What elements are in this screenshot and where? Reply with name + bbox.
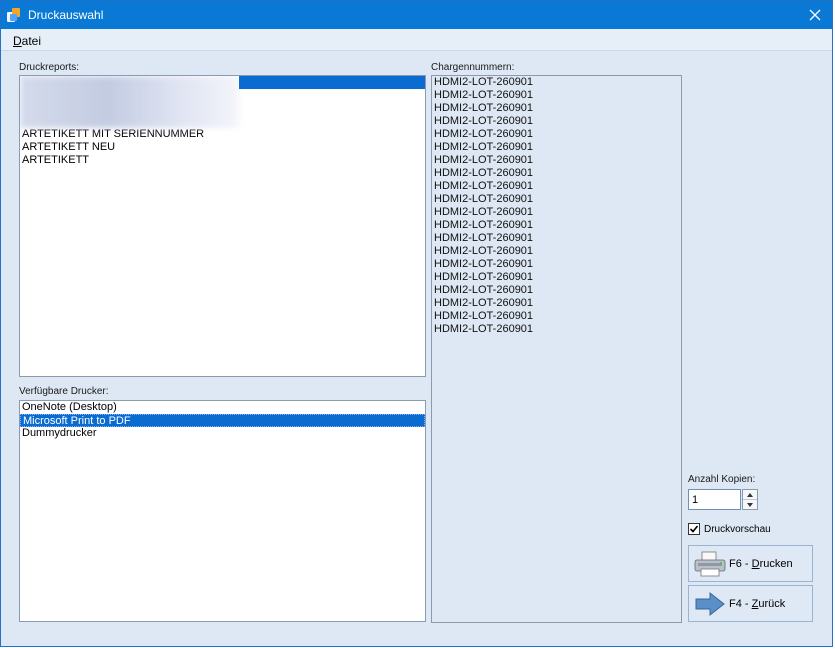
charge-item[interactable]: HDMI2-LOT-260901: [432, 180, 681, 193]
reports-listbox[interactable]: ARTETIKETT MIT SERIENNUMMER ARTETIKETT NE…: [19, 75, 426, 377]
app-icon: [7, 8, 20, 22]
charge-item[interactable]: HDMI2-LOT-260901: [432, 297, 681, 310]
spin-down-button[interactable]: [743, 500, 757, 510]
charges-listbox[interactable]: HDMI2-LOT-260901 HDMI2-LOT-260901 HDMI2-LO…: [431, 75, 682, 623]
report-item[interactable]: ARTETIKETT: [20, 154, 425, 167]
menu-datei-rest: atei: [21, 34, 42, 48]
charge-item[interactable]: HDMI2-LOT-260901: [432, 128, 681, 141]
redacted-region: [20, 76, 239, 128]
close-icon: [809, 9, 821, 21]
arrow-right-icon: [695, 591, 725, 617]
back-button[interactable]: F4 - Zurück: [688, 585, 813, 622]
printers-label: Verfügbare Drucker:: [19, 386, 109, 397]
charge-item[interactable]: HDMI2-LOT-260901: [432, 115, 681, 128]
charge-item[interactable]: HDMI2-LOT-260901: [432, 206, 681, 219]
close-button[interactable]: [804, 4, 826, 26]
charge-item[interactable]: HDMI2-LOT-260901: [432, 193, 681, 206]
charges-label: Chargennummern:: [431, 62, 515, 73]
chevron-up-icon: [747, 492, 753, 497]
preview-checkbox-row[interactable]: Druckvorschau: [688, 523, 771, 535]
charge-item[interactable]: HDMI2-LOT-260901: [432, 271, 681, 284]
menu-datei-accel: D: [13, 34, 22, 48]
charge-item[interactable]: HDMI2-LOT-260901: [432, 154, 681, 167]
charge-item[interactable]: HDMI2-LOT-260901: [432, 76, 681, 89]
spin-buttons[interactable]: [742, 489, 758, 510]
redacted-report-rows: [20, 76, 425, 128]
selected-report-highlight[interactable]: [239, 76, 425, 89]
title-bar[interactable]: Druckauswahl: [1, 1, 832, 29]
printers-listbox[interactable]: OneNote (Desktop) Microsoft Print to PDF D…: [19, 400, 426, 622]
menu-datei[interactable]: Datei: [13, 34, 41, 48]
charge-item[interactable]: HDMI2-LOT-260901: [432, 310, 681, 323]
back-button-label: F4 - Zurück: [729, 598, 786, 610]
charge-item[interactable]: HDMI2-LOT-260901: [432, 258, 681, 271]
charge-item[interactable]: HDMI2-LOT-260901: [432, 232, 681, 245]
window-title: Druckauswahl: [28, 8, 104, 22]
charge-item[interactable]: HDMI2-LOT-260901: [432, 102, 681, 115]
copies-label: Anzahl Kopien:: [688, 474, 756, 485]
druckauswahl-window: Druckauswahl Datei Druckreports: ARTETIK…: [0, 0, 833, 647]
charge-item[interactable]: HDMI2-LOT-260901: [432, 167, 681, 180]
report-item[interactable]: ARTETIKETT MIT SERIENNUMMER: [20, 128, 425, 141]
print-button[interactable]: F6 - Drucken: [688, 545, 813, 582]
printer-icon: [694, 551, 726, 577]
printer-item[interactable]: OneNote (Desktop): [20, 401, 425, 414]
reports-label: Druckreports:: [19, 62, 80, 73]
preview-label: Druckvorschau: [704, 523, 771, 535]
copies-input[interactable]: [688, 489, 741, 510]
checkmark-icon: [689, 525, 699, 533]
chevron-down-icon: [747, 503, 753, 507]
print-button-label: F6 - Drucken: [729, 558, 793, 570]
preview-checkbox[interactable]: [688, 523, 700, 535]
menu-bar: Datei: [1, 29, 832, 51]
charge-item[interactable]: HDMI2-LOT-260901: [432, 245, 681, 258]
charge-item[interactable]: HDMI2-LOT-260901: [432, 89, 681, 102]
printer-item[interactable]: Dummydrucker: [20, 427, 425, 440]
printer-item[interactable]: Microsoft Print to PDF: [20, 414, 425, 427]
charge-item[interactable]: HDMI2-LOT-260901: [432, 141, 681, 154]
charge-item[interactable]: HDMI2-LOT-260901: [432, 219, 681, 232]
spin-up-button[interactable]: [743, 490, 757, 500]
report-item[interactable]: ARTETIKETT NEU: [20, 141, 425, 154]
charge-item[interactable]: HDMI2-LOT-260901: [432, 323, 681, 336]
charge-item[interactable]: HDMI2-LOT-260901: [432, 284, 681, 297]
